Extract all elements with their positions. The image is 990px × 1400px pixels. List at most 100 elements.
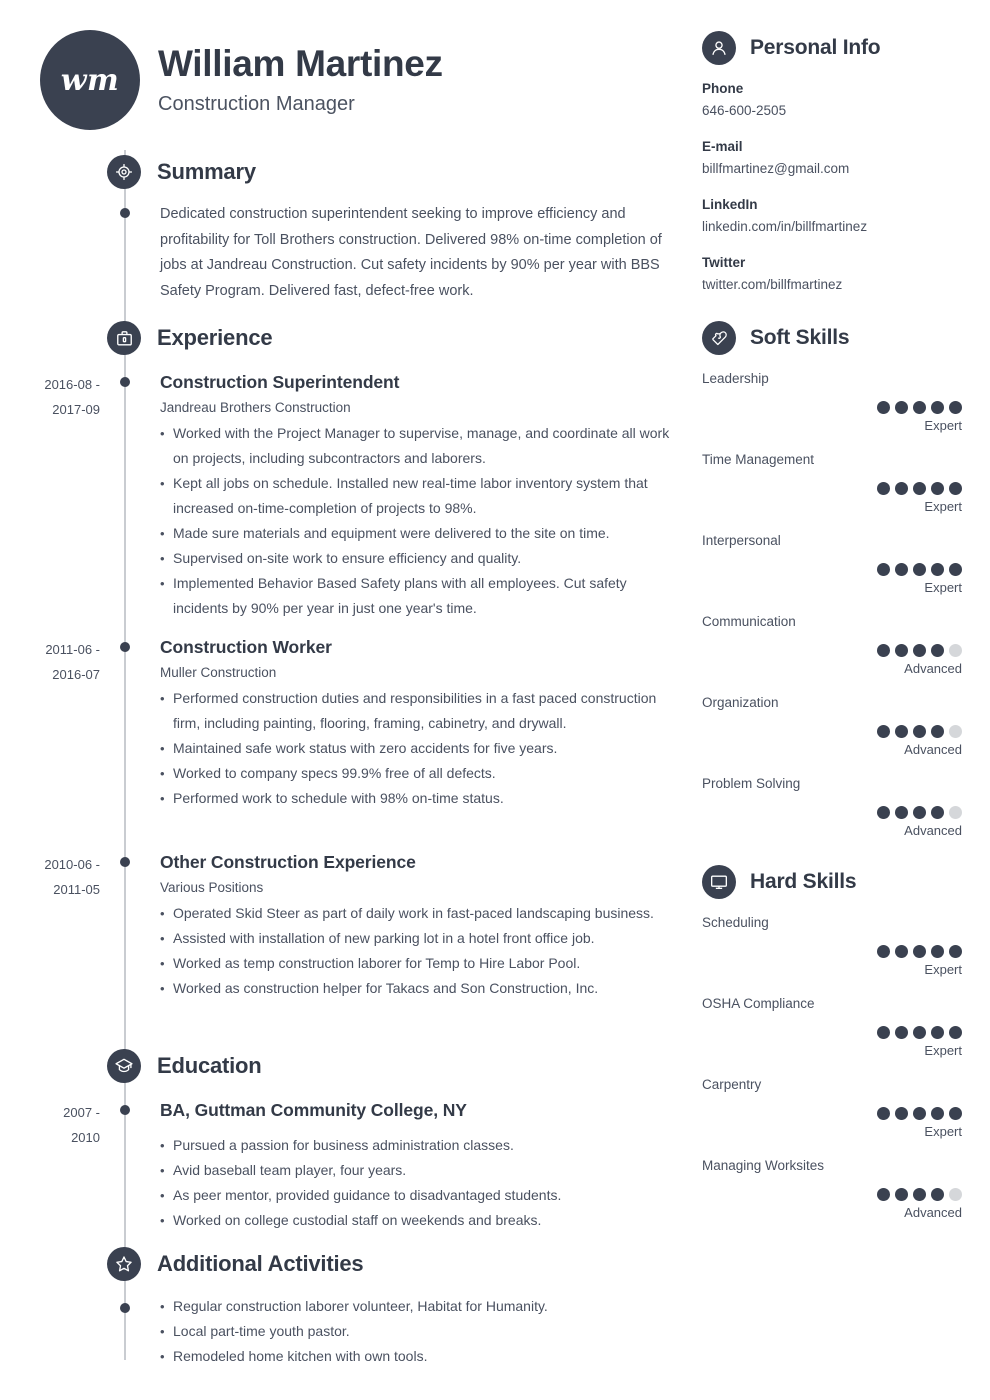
skill-rating-dots: [702, 1026, 962, 1039]
skill-item: OSHA Compliance Expert: [702, 996, 962, 1058]
skill-level: Expert: [924, 418, 962, 433]
resume-main-column: wm William Martinez Construction Manager…: [0, 0, 690, 1400]
rating-dot-empty: [949, 725, 962, 738]
entry-date: 2007 - 2010: [0, 1100, 100, 1150]
section-title-experience: Experience: [157, 325, 273, 350]
rating-dot: [877, 563, 890, 576]
rating-dot: [931, 1107, 944, 1120]
rating-dot: [913, 401, 926, 414]
info-value: twitter.com/billfmartinez: [702, 277, 843, 292]
skill-name: Communication: [702, 614, 796, 629]
skill-level: Expert: [924, 580, 962, 595]
rating-dot: [913, 806, 926, 819]
entry-date-from: 2007 -: [63, 1105, 100, 1120]
entry-date-from: 2011-06 -: [45, 642, 100, 657]
rating-dot: [895, 1107, 908, 1120]
skill-item: Scheduling Expert: [702, 915, 962, 977]
graduation-cap-icon: [107, 1049, 141, 1083]
rating-dot: [877, 1026, 890, 1039]
skill-level: Advanced: [904, 1205, 962, 1220]
entry-bullets: Operated Skid Steer as part of daily wor…: [160, 901, 665, 1001]
skill-rating-dots: [702, 644, 962, 657]
rating-dot: [949, 1107, 962, 1120]
skill-name: Time Management: [702, 452, 815, 467]
timeline-dot: [120, 1105, 130, 1115]
entry-date-to: 2016-07: [52, 667, 100, 682]
list-item: Operated Skid Steer as part of daily wor…: [160, 901, 665, 926]
rating-dot: [931, 945, 944, 958]
skill-level: Expert: [924, 962, 962, 977]
entry-title: BA, Guttman Community College, NY: [160, 1100, 467, 1120]
skill-name: Managing Worksites: [702, 1158, 825, 1173]
section-heading-hard-skills: Hard Skills: [702, 865, 857, 899]
entry-date-from: 2010-06 -: [44, 857, 100, 872]
section-title-additional-activities: Additional Activities: [157, 1251, 364, 1276]
skill-item: Time Management Expert: [702, 452, 962, 514]
list-item: Regular construction laborer volunteer, …: [160, 1294, 665, 1319]
rating-dot-empty: [949, 644, 962, 657]
rating-dot: [877, 401, 890, 414]
entry-company: Various Positions: [160, 880, 264, 895]
list-item: Performed construction duties and respon…: [160, 686, 660, 736]
entry-title: Construction Worker: [160, 637, 332, 657]
skill-rating-dots: [702, 806, 962, 819]
skill-name: Carpentry: [702, 1077, 762, 1092]
list-item: Implemented Behavior Based Safety plans …: [160, 571, 670, 621]
entry-company: Muller Construction: [160, 665, 277, 680]
rating-dot: [949, 563, 962, 576]
rating-dot: [913, 482, 926, 495]
skill-item: Managing Worksites Advanced: [702, 1158, 962, 1220]
rating-dot: [931, 563, 944, 576]
list-item: Supervised on-site work to ensure effici…: [160, 546, 670, 571]
skill-item: Problem Solving Advanced: [702, 776, 962, 838]
rating-dot: [931, 725, 944, 738]
list-item: Worked to company specs 99.9% free of al…: [160, 761, 660, 786]
entry-bullets: Worked with the Project Manager to super…: [160, 421, 670, 621]
skill-level: Expert: [924, 499, 962, 514]
entry-title: Construction Superintendent: [160, 372, 400, 392]
rating-dot: [877, 1107, 890, 1120]
section-heading-summary: Summary: [107, 155, 256, 189]
timeline-dot: [120, 208, 130, 218]
resume-page: wm William Martinez Construction Manager…: [0, 0, 990, 1400]
rating-dot: [895, 644, 908, 657]
skill-rating-dots: [702, 563, 962, 576]
entry-date-to: 2017-09: [52, 402, 100, 417]
skill-rating-dots: [702, 1188, 962, 1201]
additional-activities-bullets: Regular construction laborer volunteer, …: [160, 1294, 665, 1369]
entry-bullets: Performed construction duties and respon…: [160, 686, 660, 811]
timeline-dot: [120, 1303, 130, 1313]
info-label: LinkedIn: [702, 197, 758, 212]
skill-name: Interpersonal: [702, 533, 781, 548]
skill-rating-dots: [702, 945, 962, 958]
skill-rating-dots: [702, 1107, 962, 1120]
rating-dot: [877, 482, 890, 495]
rating-dot: [877, 806, 890, 819]
skill-level: Expert: [924, 1043, 962, 1058]
list-item: Worked as temp construction laborer for …: [160, 951, 665, 976]
list-item: Performed work to schedule with 98% on-t…: [160, 786, 660, 811]
timeline-dot: [120, 377, 130, 387]
timeline-dot: [120, 642, 130, 652]
skill-level: Advanced: [904, 742, 962, 757]
list-item: Worked on college custodial staff on wee…: [160, 1208, 665, 1233]
skill-item: Organization Advanced: [702, 695, 962, 757]
info-label: Phone: [702, 81, 744, 96]
entry-bullets: Pursued a passion for business administr…: [160, 1133, 665, 1233]
skill-name: Organization: [702, 695, 779, 710]
rating-dot: [949, 482, 962, 495]
skill-name: OSHA Compliance: [702, 996, 815, 1011]
rating-dot: [895, 725, 908, 738]
section-title-summary: Summary: [157, 159, 256, 184]
rating-dot: [913, 1107, 926, 1120]
monitor-icon: [702, 865, 736, 899]
rating-dot: [895, 401, 908, 414]
rating-dot: [877, 644, 890, 657]
list-item: Pursued a passion for business administr…: [160, 1133, 665, 1158]
rating-dot-empty: [949, 1188, 962, 1201]
briefcase-icon: [107, 321, 141, 355]
skill-item: Carpentry Expert: [702, 1077, 962, 1139]
list-item: Avid baseball team player, four years.: [160, 1158, 665, 1183]
rating-dot: [931, 1026, 944, 1039]
entry-date: 2010-06 - 2011-05: [0, 852, 100, 902]
